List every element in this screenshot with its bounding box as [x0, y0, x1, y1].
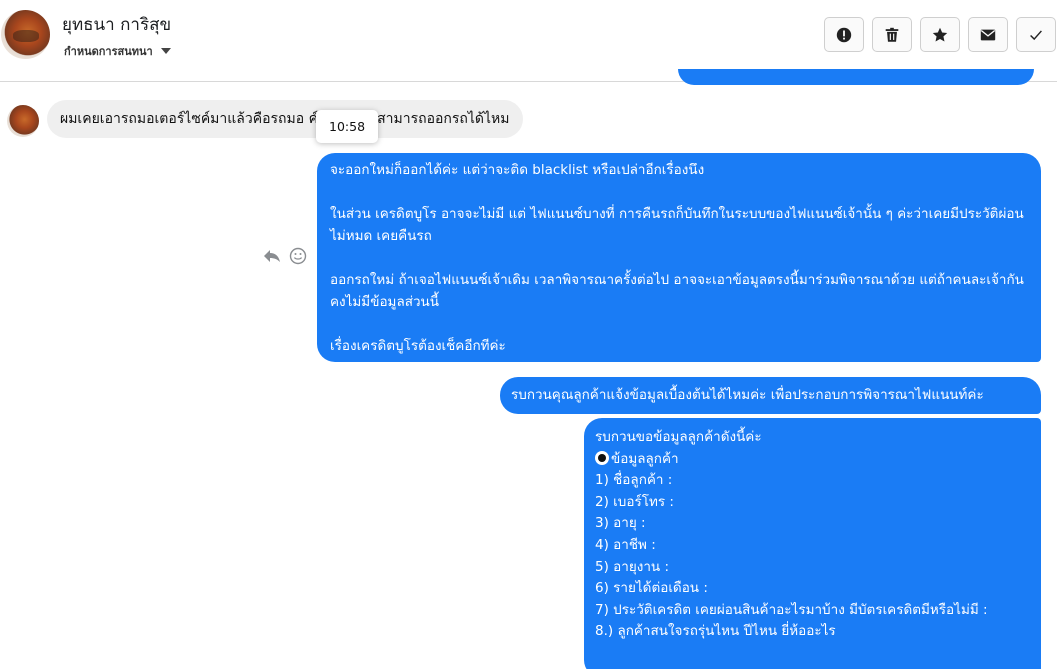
contact-name[interactable]: ยุทธนา การิสุข [62, 11, 171, 38]
message-paragraph: จะออกใหม่ก็ออกได้ค่ะ แต่ว่าจะติด blackli… [330, 162, 705, 178]
message-paragraph: เรื่องเครดิตบูโรต้องเช็คอีกทีค่ะ [330, 338, 506, 354]
message-paragraph: ออกรถใหม่ ถ้าเจอไฟแนนซ์เจ้าเดิม เวลาพิจา… [330, 272, 1024, 310]
list-item: 5) อายุงาน : [595, 558, 669, 575]
radio-button-icon [595, 450, 609, 465]
list-item: 1) ชื่อลูกค้า : [595, 472, 673, 489]
delete-button[interactable] [872, 17, 912, 52]
list-item: 6) รายได้ต่อเดือน : [595, 580, 708, 597]
outgoing-message[interactable]: จะออกใหม่ก็ออกได้ค่ะ แต่ว่าจะติด blackli… [317, 153, 1041, 362]
message-thread[interactable]: ผมเคยเอารถมอเตอร์ไซค์มาแล้วคือรถมอ ค์อ่ะ… [0, 69, 1057, 669]
previous-outgoing-bubble [678, 69, 1034, 85]
outgoing-message[interactable]: รบกวนคุณลูกค้าแจ้งข้อมูลเบื้องต้นได้ไหมค… [500, 377, 1041, 414]
mark-unread-button[interactable] [968, 17, 1008, 52]
report-spam-button[interactable] [824, 17, 864, 52]
list-item: 3) อายุ : [595, 515, 646, 532]
chevron-down-icon [160, 48, 171, 54]
message-hover-actions [262, 246, 308, 266]
contact-avatar[interactable] [1, 10, 50, 59]
incoming-message[interactable]: ผมเคยเอารถมอเตอร์ไซค์มาแล้วคือรถมอ ค์อ่ะ… [47, 100, 523, 138]
message-time-tooltip: 10:58 [316, 110, 379, 143]
check-icon [1030, 29, 1042, 40]
list-item: 4) อาชีพ : [595, 536, 656, 553]
star-icon [932, 27, 948, 41]
smiley-icon[interactable] [288, 246, 308, 266]
message-subtitle: ข้อมูลลูกค้า [611, 450, 679, 467]
conversation-status-label: กำหนดการสนทนา [64, 45, 153, 58]
conversation-toolbar [824, 17, 1056, 52]
list-item: 7) ประวัติเครดิต เคยผ่อนสินค้าอะไรมาบ้าง… [595, 601, 988, 618]
envelope-icon [980, 29, 996, 40]
reply-icon[interactable] [262, 246, 282, 266]
trash-icon [885, 27, 899, 42]
sender-avatar[interactable] [7, 105, 39, 137]
message-line: รบกวนขอข้อมูลลูกค้าดังนี้ค่ะ [595, 429, 762, 445]
mark-done-button[interactable] [1016, 17, 1056, 52]
outgoing-message[interactable]: รบกวนขอข้อมูลลูกค้าดังนี้ค่ะ ข้อมูลลูกค้… [584, 418, 1041, 669]
alert-circle-icon [836, 27, 852, 42]
conversation-status-dropdown[interactable]: กำหนดการสนทนา [64, 42, 171, 60]
star-button[interactable] [920, 17, 960, 52]
message-paragraph: ในส่วน เครดิตบูโร อาจจะไม่มี แต่ ไฟแนนซ์… [330, 206, 1024, 244]
list-item: 2) เบอร์โทร : [595, 493, 674, 510]
message-line: ข้อมูลลูกค้า [595, 449, 1030, 471]
list-item: 8.) ลูกค้าสนใจรถรุ่นไหน ปีไหน ยี่ห้ออะไร [595, 623, 836, 640]
